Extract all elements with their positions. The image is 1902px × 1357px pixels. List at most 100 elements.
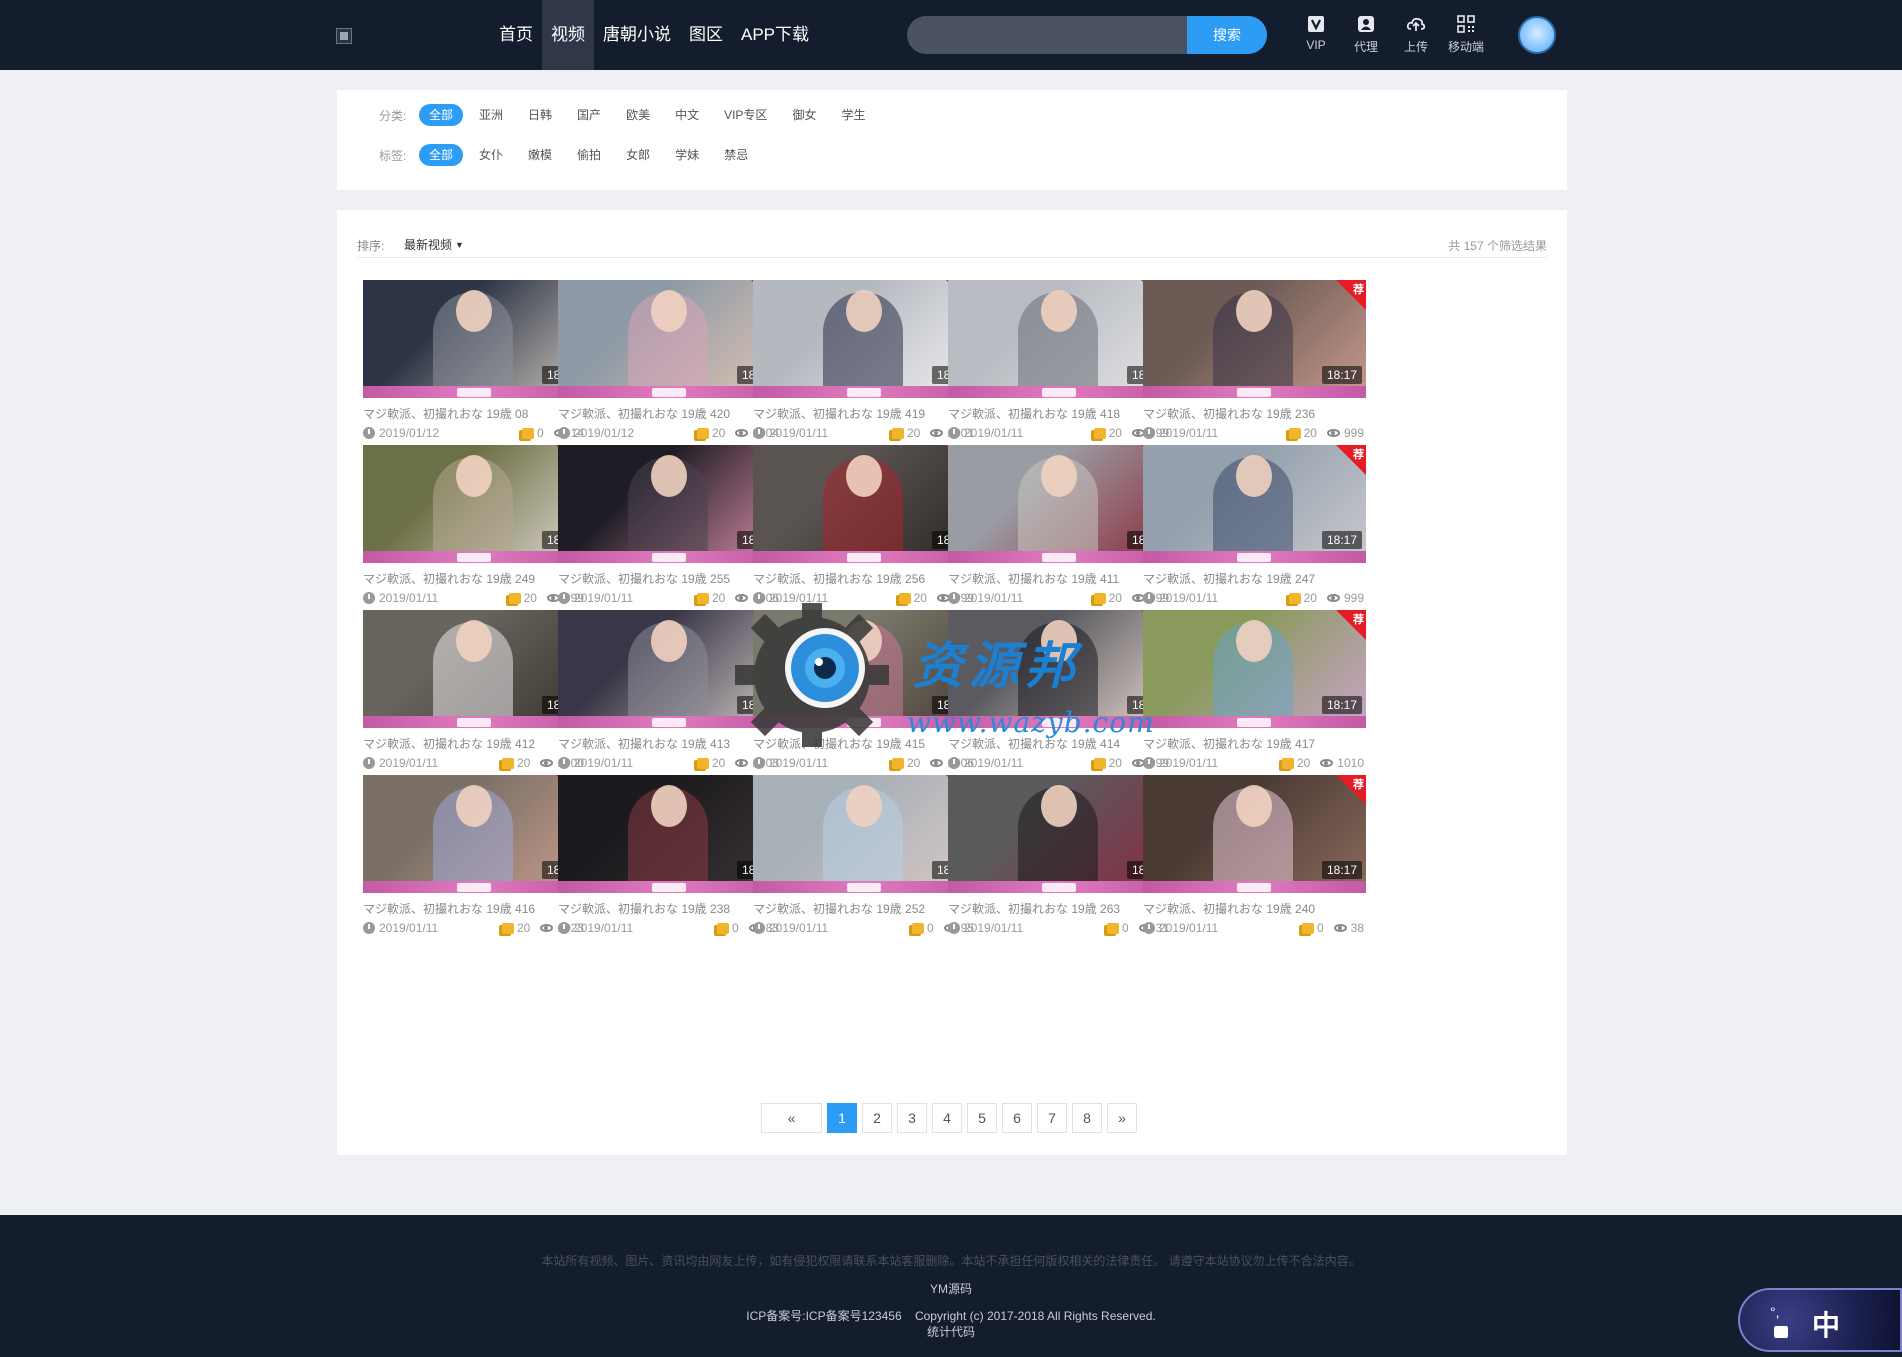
video-title[interactable]: マジ軟派、初撮れおな 19歳 249 — [363, 570, 586, 587]
video-stats: 20 1010 — [1281, 756, 1364, 770]
nav-item[interactable]: 唐朝小说 — [594, 0, 680, 70]
nav-item[interactable]: 视频 — [542, 0, 594, 70]
pagination-page[interactable]: 3 — [897, 1103, 927, 1133]
video-stats: 20 999 — [1288, 426, 1364, 440]
video-title[interactable]: マジ軟派、初撮れおな 19歳 418 — [948, 405, 1171, 422]
category-chip[interactable]: 日韩 — [519, 104, 561, 126]
video-thumbnail[interactable]: 荐18:17 — [363, 445, 586, 563]
video-thumbnail[interactable]: 荐18:17 — [363, 610, 586, 728]
footer: 本站所有视频、图片、资讯均由网友上传，如有侵犯权限请联系本站客服删除。本站不承担… — [0, 1215, 1902, 1357]
video-title[interactable]: マジ軟派、初撮れおな 19歳 263 — [948, 900, 1171, 917]
upload-cloud-icon — [1406, 17, 1426, 31]
video-title[interactable]: マジ軟派、初撮れおな 19歳 247 — [1143, 570, 1366, 587]
video-title[interactable]: マジ軟派、初撮れおな 19歳 256 — [753, 570, 976, 587]
sort-label: 排序: — [357, 239, 385, 253]
search-input[interactable] — [907, 16, 1187, 54]
pagination-page[interactable]: 2 — [862, 1103, 892, 1133]
video-thumbnail[interactable]: 荐18:17 — [558, 280, 781, 398]
pagination-page[interactable]: 8 — [1072, 1103, 1102, 1133]
video-title[interactable]: マジ軟派、初撮れおな 19歳 252 — [753, 900, 976, 917]
video-title[interactable]: マジ軟派、初撮れおな 19歳 414 — [948, 735, 1171, 752]
video-thumbnail[interactable]: 荐18:17 — [1143, 445, 1366, 563]
video-thumbnail[interactable]: 荐18:17 — [753, 610, 976, 728]
recommended-badge-text: 荐 — [1353, 614, 1364, 626]
video-coins: 20 — [523, 591, 537, 605]
coin-icon — [508, 592, 521, 604]
coin-icon — [1106, 922, 1119, 934]
tag-chip[interactable]: 学妹 — [666, 144, 708, 166]
site-logo[interactable] — [336, 28, 352, 44]
video-title[interactable]: マジ軟派、初撮れおな 19歳 419 — [753, 405, 976, 422]
video-title[interactable]: マジ軟派、初撮れおな 19歳 412 — [363, 735, 586, 752]
tag-chip[interactable]: 禁忌 — [715, 144, 757, 166]
video-coins: 20 — [906, 756, 921, 770]
agent-tool[interactable]: 代理 — [1341, 14, 1391, 55]
video-thumbnail[interactable]: 荐18:17 — [753, 775, 976, 893]
video-title[interactable]: マジ軟派、初撮れおな 19歳 417 — [1143, 735, 1366, 752]
vip-tool[interactable]: VIP — [1291, 14, 1341, 52]
category-label: 分类: — [379, 108, 407, 123]
video-title[interactable]: マジ軟派、初撮れおな 19歳 420 — [558, 405, 781, 422]
category-chip[interactable]: 学生 — [832, 104, 874, 126]
video-title[interactable]: マジ軟派、初撮れおな 19歳 255 — [558, 570, 781, 587]
category-chip[interactable]: 亚洲 — [470, 104, 512, 126]
video-thumbnail[interactable]: 荐18:17 — [558, 610, 781, 728]
user-avatar[interactable] — [1518, 16, 1556, 54]
video-thumbnail[interactable]: 荐18:17 — [558, 775, 781, 893]
video-title[interactable]: マジ軟派、初撮れおな 19歳 411 — [948, 570, 1171, 587]
upload-tool[interactable]: 上传 — [1391, 14, 1441, 55]
video-thumbnail[interactable]: 荐18:17 — [363, 280, 586, 398]
category-chip[interactable]: 国产 — [568, 104, 610, 126]
video-thumbnail[interactable]: 荐18:17 — [753, 280, 976, 398]
category-chip[interactable]: 全部 — [419, 104, 464, 126]
category-chip[interactable]: 御女 — [783, 104, 825, 126]
language-switch[interactable]: °, 中 — [1738, 1288, 1902, 1352]
tag-chip[interactable]: 全部 — [419, 144, 464, 166]
mobile-tool[interactable]: 移动端 — [1441, 14, 1491, 55]
tag-chip[interactable]: 偷拍 — [568, 144, 610, 166]
video-thumbnail[interactable]: 荐18:17 — [363, 775, 586, 893]
agent-icon — [1358, 16, 1374, 32]
video-thumbnail[interactable]: 荐18:17 — [558, 445, 781, 563]
video-title[interactable]: マジ軟派、初撮れおな 19歳 236 — [1143, 405, 1366, 422]
video-title[interactable]: マジ軟派、初撮れおな 19歳 240 — [1143, 900, 1366, 917]
pagination-page[interactable]: 4 — [932, 1103, 962, 1133]
video-thumbnail[interactable]: 荐18:17 — [948, 280, 1171, 398]
video-thumbnail[interactable]: 荐18:17 — [948, 445, 1171, 563]
pagination-prev[interactable]: « — [761, 1103, 822, 1133]
video-date-group: 2019/01/11 — [558, 591, 633, 605]
clock-icon — [948, 592, 960, 604]
category-chip[interactable]: 欧美 — [617, 104, 659, 126]
video-meta: 2019/01/11 20 1003 — [558, 756, 781, 772]
nav-item[interactable]: 图区 — [680, 0, 732, 70]
video-thumbnail[interactable]: 荐18:17 — [948, 610, 1171, 728]
coin-icon — [696, 757, 709, 769]
video-title[interactable]: マジ軟派、初撮れおな 19歳 415 — [753, 735, 976, 752]
video-thumbnail[interactable]: 荐18:17 — [1143, 280, 1366, 398]
video-title[interactable]: マジ軟派、初撮れおな 19歳 413 — [558, 735, 781, 752]
sort-dropdown[interactable]: 最新视频 ▼ — [404, 236, 464, 253]
video-meta: 2019/01/11 0 38 — [1143, 921, 1366, 937]
pagination-next[interactable]: » — [1107, 1103, 1137, 1133]
video-title[interactable]: マジ軟派、初撮れおな 19歳 08 — [363, 405, 586, 422]
nav-item[interactable]: 首页 — [490, 0, 542, 70]
pagination-page[interactable]: 7 — [1037, 1103, 1067, 1133]
category-chip[interactable]: 中文 — [666, 104, 708, 126]
category-chip[interactable]: VIP专区 — [715, 104, 776, 126]
tag-chip[interactable]: 嫩模 — [519, 144, 561, 166]
footer-brand[interactable]: YM源码 — [0, 1280, 1902, 1297]
tag-chip[interactable]: 女郎 — [617, 144, 659, 166]
video-thumbnail[interactable]: 荐18:17 — [1143, 775, 1366, 893]
pagination-page[interactable]: 6 — [1002, 1103, 1032, 1133]
search-button[interactable]: 搜索 — [1187, 16, 1267, 54]
video-coins: 20 — [516, 921, 531, 935]
video-thumbnail[interactable]: 荐18:17 — [1143, 610, 1366, 728]
video-title[interactable]: マジ軟派、初撮れおな 19歳 416 — [363, 900, 586, 917]
video-title[interactable]: マジ軟派、初撮れおな 19歳 238 — [558, 900, 781, 917]
pagination-page[interactable]: 5 — [967, 1103, 997, 1133]
video-thumbnail[interactable]: 荐18:17 — [753, 445, 976, 563]
pagination-page[interactable]: 1 — [827, 1103, 857, 1133]
tag-chip[interactable]: 女仆 — [470, 144, 512, 166]
video-thumbnail[interactable]: 荐18:17 — [948, 775, 1171, 893]
nav-item[interactable]: APP下载 — [732, 0, 818, 70]
